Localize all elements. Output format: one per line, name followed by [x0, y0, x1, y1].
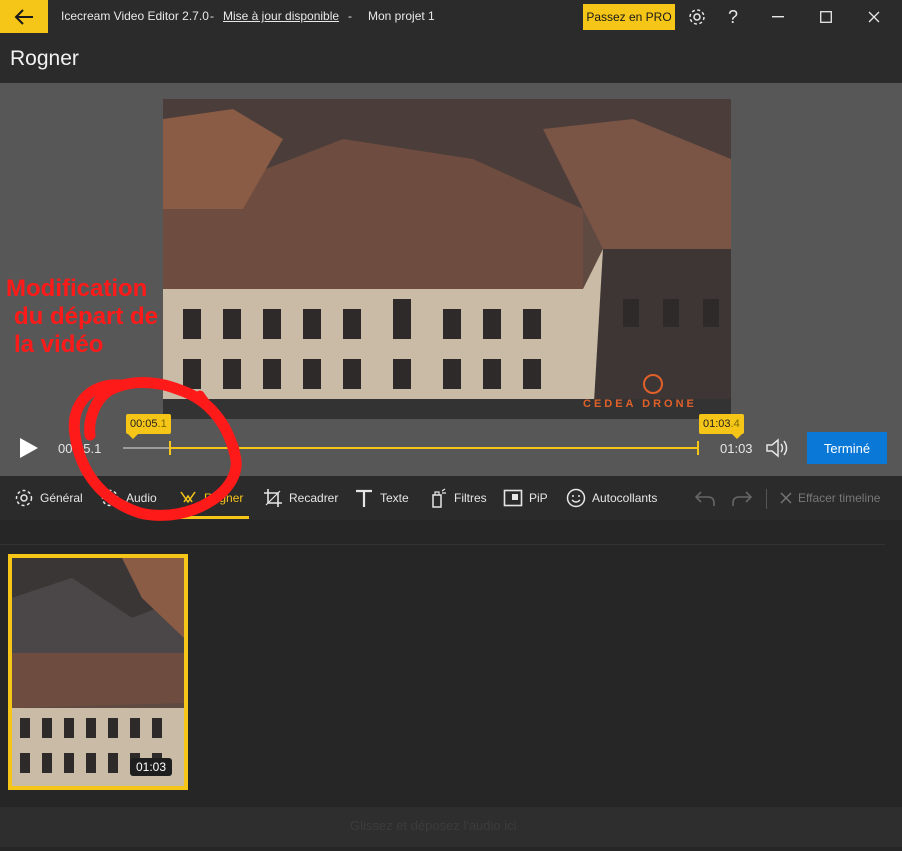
tool-text[interactable]: Texte: [354, 487, 409, 509]
tool-filters-label: Filtres: [454, 491, 487, 505]
annotation-circle-scribble: [68, 377, 242, 521]
video-thumbnail-image: CEDEA DRONE: [163, 99, 731, 419]
update-link[interactable]: Mise à jour disponible: [223, 9, 339, 23]
close-icon[interactable]: [863, 6, 885, 28]
trim-end-time: 01:03: [703, 418, 731, 430]
tool-pip[interactable]: PiP: [503, 487, 548, 509]
pip-icon: [503, 489, 523, 507]
tool-stickers[interactable]: Autocollants: [566, 487, 657, 509]
clip-duration-badge: 01:03: [129, 758, 172, 776]
clear-timeline-button[interactable]: Effacer timeline: [780, 487, 880, 509]
tool-text-label: Texte: [380, 491, 409, 505]
video-frame[interactable]: CEDEA DRONE: [163, 99, 731, 419]
minimize-icon[interactable]: [767, 6, 789, 28]
help-icon[interactable]: ?: [722, 6, 744, 28]
timeline-ruler: [0, 539, 885, 545]
page-header: Rogner: [0, 33, 902, 83]
clear-timeline-label: Effacer timeline: [798, 491, 881, 505]
trim-end-fraction: .4: [730, 418, 740, 430]
maximize-icon[interactable]: [815, 6, 837, 28]
annotation-line-2: du départ de: [14, 303, 159, 330]
redo-icon[interactable]: [731, 489, 753, 509]
tool-filters[interactable]: Filtres: [428, 487, 487, 509]
done-button[interactable]: Terminé: [807, 432, 887, 464]
annotation-line-3: la vidéo: [14, 331, 104, 358]
gear-icon[interactable]: [686, 6, 708, 28]
trim-end-label: 01:03.4: [699, 414, 744, 439]
filter-icon: [432, 488, 446, 508]
end-time: 01:03: [720, 441, 753, 456]
sticker-icon: [566, 488, 586, 508]
back-button[interactable]: [0, 0, 48, 33]
title-bar: Icecream Video Editor 2.7.0 - Mise à jou…: [0, 0, 902, 33]
gear-icon: [15, 489, 33, 507]
video-clip[interactable]: 01:03: [8, 554, 188, 790]
crop-icon: [264, 489, 282, 507]
page-title: Rogner: [10, 47, 79, 70]
svg-text:CEDEA DRONE: CEDEA DRONE: [583, 398, 697, 410]
audio-drop-text: Glissez et déposez l'audio ici: [350, 818, 517, 833]
volume-icon[interactable]: [765, 437, 789, 459]
clip-thumbnail-image: [12, 558, 184, 786]
title-separator-2: -: [348, 9, 352, 23]
app-title: Icecream Video Editor 2.7.0: [61, 9, 209, 23]
close-icon: [780, 492, 792, 504]
annotation-text: Modification du départ de la vidéo: [6, 275, 158, 359]
upgrade-pro-button[interactable]: Passez en PRO: [583, 4, 675, 30]
tool-crop-label: Recadrer: [289, 491, 339, 505]
tool-stickers-label: Autocollants: [592, 491, 658, 505]
title-separator: -: [210, 9, 214, 23]
annotation-line-1: Modification: [6, 275, 148, 302]
play-button[interactable]: [16, 436, 40, 460]
project-name: Mon projet 1: [368, 9, 435, 23]
toolbar-divider: [766, 489, 767, 509]
text-icon: [356, 489, 372, 507]
trim-end-handle[interactable]: [697, 441, 699, 455]
undo-icon[interactable]: [694, 489, 716, 509]
back-arrow-icon: [14, 8, 33, 25]
tool-crop[interactable]: Recadrer: [263, 487, 338, 509]
tool-pip-label: PiP: [529, 491, 548, 505]
